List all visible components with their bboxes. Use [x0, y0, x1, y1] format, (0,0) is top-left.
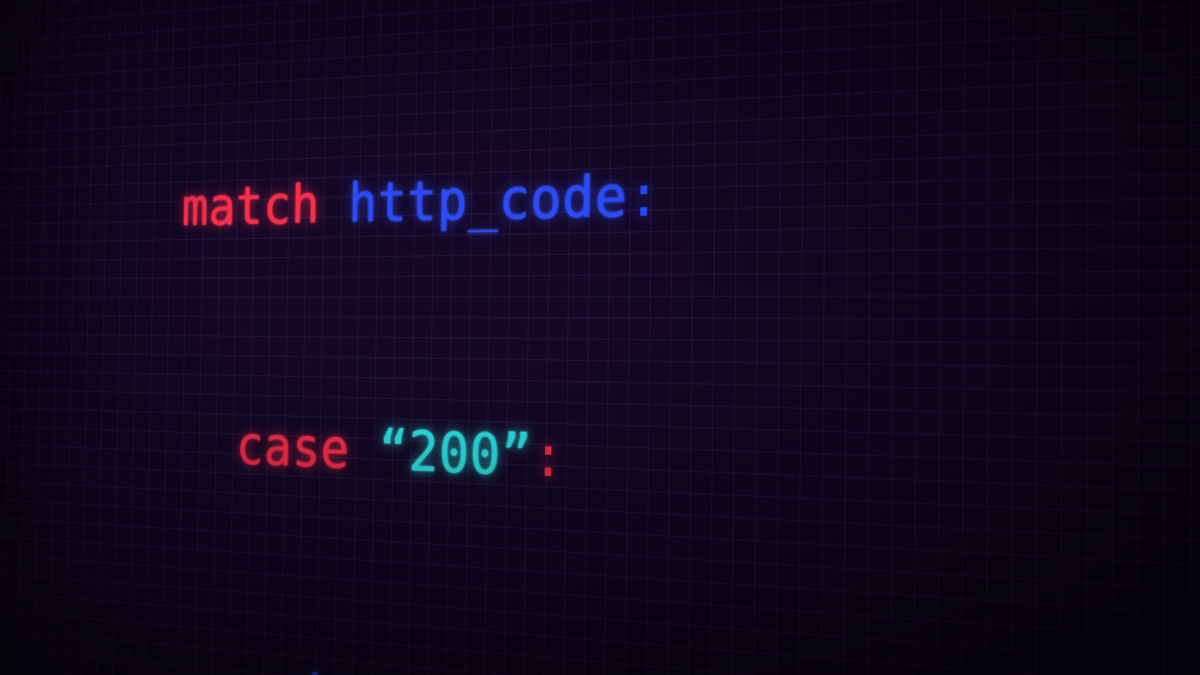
perspective-scene: match http_code: case “200”: do_somethin…	[0, 0, 1200, 675]
code-line-3: do_something_good()	[172, 642, 920, 675]
code-panel: match http_code: case “200”: do_somethin…	[0, 0, 1200, 675]
colon: :	[532, 423, 565, 490]
code-line-2: case “200”:	[177, 404, 922, 518]
code-line-1: match http_code:	[181, 143, 923, 248]
function-call: do_something_good()	[292, 662, 920, 675]
code-block: match http_code: case “200”: do_somethin…	[151, 0, 924, 675]
identifier-subject: http_code	[348, 163, 628, 234]
colon: :	[627, 162, 661, 229]
keyword-case: case	[236, 415, 350, 481]
keyword-match: match	[181, 173, 320, 237]
string-literal: “200”	[378, 419, 532, 489]
